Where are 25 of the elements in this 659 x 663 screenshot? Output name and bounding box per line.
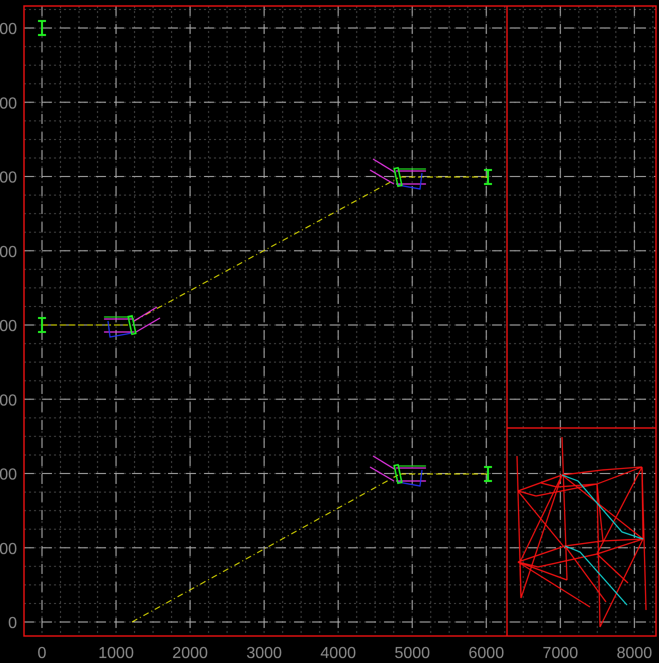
axis-label: 00 bbox=[0, 466, 17, 484]
axis-label: 4000 bbox=[320, 645, 356, 662]
axis-label: 0 bbox=[38, 645, 46, 662]
marker-icon bbox=[38, 317, 46, 333]
axis-label: 00 bbox=[0, 540, 17, 558]
axis-label: 00 bbox=[0, 318, 17, 335]
marker-icon bbox=[484, 169, 492, 185]
marker-icon bbox=[38, 20, 46, 36]
axis-label: 00 bbox=[0, 392, 17, 410]
axis-label: 1000 bbox=[98, 645, 134, 662]
axis-label: 00 bbox=[0, 170, 17, 186]
axis-label: 8000 bbox=[616, 645, 652, 662]
axis-label: 00 bbox=[0, 244, 17, 261]
lens-drawing bbox=[104, 306, 160, 338]
marker-icon bbox=[484, 466, 492, 482]
axis-label: 00 bbox=[0, 95, 17, 112]
axis-label: 5000 bbox=[394, 645, 430, 662]
axis-label: 6000 bbox=[468, 645, 504, 662]
axis-label: 3000 bbox=[246, 645, 282, 662]
axis-label: 0 bbox=[8, 615, 17, 632]
axis-label: 00 bbox=[0, 21, 17, 38]
lens-drawing bbox=[370, 455, 426, 487]
axis-label: 2000 bbox=[172, 645, 208, 662]
lens-drawing bbox=[370, 158, 426, 190]
axis-label: 7000 bbox=[542, 645, 578, 662]
